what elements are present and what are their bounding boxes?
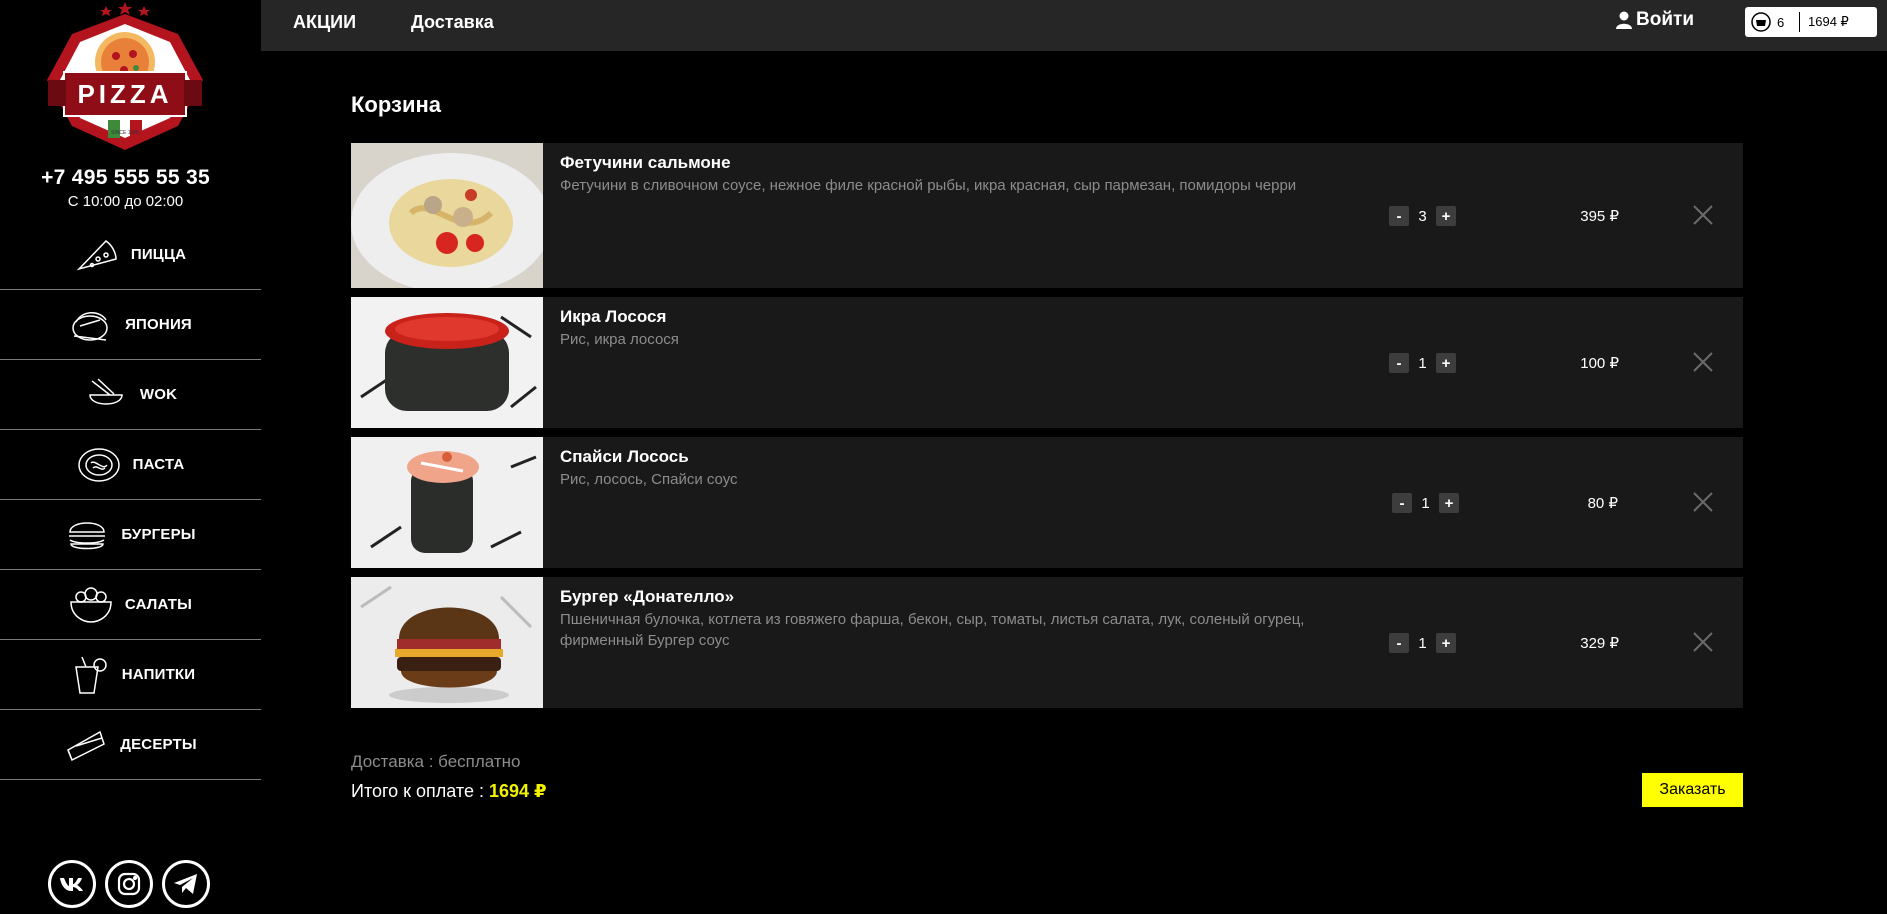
- menu-item-burgers[interactable]: БУРГЕРЫ: [0, 500, 261, 570]
- decrease-quantity-button[interactable]: -: [1392, 493, 1412, 513]
- telegram-icon[interactable]: [162, 860, 210, 908]
- product-name: Фетучини сальмоне: [560, 153, 731, 172]
- increase-quantity-button[interactable]: +: [1436, 206, 1456, 226]
- menu-item-label: ДЕСЕРТЫ: [120, 736, 197, 753]
- menu-item-desserts[interactable]: ДЕСЕРТЫ: [0, 710, 261, 780]
- product-description: Фетучини в сливочном соусе, нежное филе …: [560, 177, 1297, 194]
- cart-item-row: Бургер «Донателло» Пшеничная булочка, ко…: [351, 577, 1743, 708]
- burger-icon: [65, 515, 109, 555]
- quantity-value: 1: [1421, 494, 1430, 512]
- menu-item-pasta[interactable]: ПАСТА: [0, 430, 261, 500]
- decrease-quantity-button[interactable]: -: [1389, 353, 1409, 373]
- working-hours: С 10:00 до 02:00: [67, 193, 184, 210]
- menu-item-salads[interactable]: САЛАТЫ: [0, 570, 261, 640]
- menu-item-label: БУРГЕРЫ: [121, 526, 196, 543]
- pasta-plate-icon: [77, 445, 121, 485]
- item-price: 80 ₽: [1587, 495, 1618, 512]
- increase-quantity-button[interactable]: +: [1436, 353, 1456, 373]
- remove-item-icon[interactable]: [1692, 631, 1714, 653]
- decrease-quantity-button[interactable]: -: [1389, 633, 1409, 653]
- page-title: Корзина: [351, 92, 441, 117]
- product-name: Икра Лосося: [560, 307, 667, 326]
- product-name: Спайси Лосось: [560, 447, 689, 466]
- nav-link-delivery[interactable]: Доставка: [411, 12, 494, 33]
- drink-glass-icon: [66, 655, 110, 695]
- social-links: [48, 860, 210, 908]
- increase-quantity-button[interactable]: +: [1436, 633, 1456, 653]
- logo-since: SINCE 1998: [111, 130, 139, 136]
- pizza-slice-icon: [75, 235, 119, 275]
- vk-icon[interactable]: [48, 860, 96, 908]
- cart-summary-button[interactable]: 6 1694 ₽: [1745, 7, 1877, 37]
- item-price: 329 ₽: [1580, 635, 1619, 652]
- quantity-value: 1: [1418, 354, 1427, 372]
- increase-quantity-button[interactable]: +: [1439, 493, 1459, 513]
- pizza-logo[interactable]: PIZZA SINCE 1998: [38, 2, 212, 162]
- item-price: 100 ₽: [1580, 355, 1619, 372]
- menu-item-wok[interactable]: WOK: [0, 360, 261, 430]
- quantity-value: 3: [1418, 207, 1427, 225]
- remove-item-icon[interactable]: [1692, 204, 1714, 226]
- menu-item-label: САЛАТЫ: [124, 596, 193, 613]
- menu-item-label: ЯПОНИЯ: [125, 316, 192, 333]
- wok-bowl-icon: [84, 375, 128, 415]
- menu-item-label: НАПИТКИ: [121, 666, 196, 683]
- product-image[interactable]: [351, 143, 543, 288]
- quantity-value: 1: [1418, 634, 1427, 652]
- menu-item-label: ПАСТА: [132, 456, 185, 473]
- quantity-stepper: - 3 +: [1389, 206, 1456, 226]
- sushi-icon: [69, 305, 113, 345]
- order-total: Итого к оплате : 1694 ₽: [351, 781, 547, 802]
- phone-number[interactable]: +7 495 555 55 35: [0, 166, 251, 190]
- delivery-info: Доставка : бесплатно: [351, 752, 521, 771]
- cart-total: 1694 ₽: [1808, 14, 1849, 29]
- cart-item-row: Икра Лосося Рис, икра лосося - 1 + 100 ₽: [351, 297, 1743, 428]
- menu-item-drinks[interactable]: НАПИТКИ: [0, 640, 261, 710]
- logo-text: PIZZA: [77, 79, 172, 109]
- quantity-stepper: - 1 +: [1389, 633, 1456, 653]
- nav-link-promotions[interactable]: АКЦИИ: [293, 12, 356, 33]
- user-icon: [1616, 11, 1632, 29]
- product-description: Рис, икра лосося: [560, 331, 679, 348]
- login-button[interactable]: Войти: [1616, 9, 1694, 31]
- menu-item-label: WOK: [139, 386, 178, 403]
- category-menu: ПИЦЦА ЯПОНИЯ WOK ПАСТА БУРГЕРЫ САЛАТЫ НА…: [0, 220, 261, 780]
- cart-divider: [1799, 12, 1800, 32]
- menu-item-japan[interactable]: ЯПОНИЯ: [0, 290, 261, 360]
- login-label: Войти: [1636, 9, 1694, 30]
- cart-basket-icon: [1751, 12, 1771, 32]
- cart-count: 6: [1777, 14, 1785, 30]
- salad-bowl-icon: [69, 585, 113, 625]
- instagram-icon[interactable]: [105, 860, 153, 908]
- cake-slice-icon: [64, 725, 108, 765]
- quantity-stepper: - 1 +: [1389, 353, 1456, 373]
- quantity-stepper: - 1 +: [1392, 493, 1459, 513]
- product-image[interactable]: [351, 297, 543, 428]
- menu-item-pizza[interactable]: ПИЦЦА: [0, 220, 261, 290]
- remove-item-icon[interactable]: [1692, 491, 1714, 513]
- product-image[interactable]: [351, 577, 543, 708]
- place-order-button[interactable]: Заказать: [1642, 773, 1743, 807]
- total-label: Итого к оплате :: [351, 781, 489, 801]
- product-name: Бургер «Донателло»: [560, 587, 735, 606]
- item-price: 395 ₽: [1580, 208, 1619, 225]
- cart-item-row: Спайси Лосось Рис, лосось, Спайси соус -…: [351, 437, 1743, 568]
- sidebar: PIZZA SINCE 1998 +7 495 555 55 35 С 10:0…: [0, 0, 261, 914]
- decrease-quantity-button[interactable]: -: [1389, 206, 1409, 226]
- cart-item-row: Фетучини сальмоне Фетучини в сливочном с…: [351, 143, 1743, 288]
- menu-item-label: ПИЦЦА: [130, 246, 187, 263]
- total-value: 1694 ₽: [488, 781, 547, 801]
- product-description: Рис, лосось, Спайси соус: [560, 471, 738, 488]
- product-description: Пшеничная булочка, котлета из говяжего ф…: [560, 611, 1305, 649]
- product-image[interactable]: [351, 437, 543, 568]
- remove-item-icon[interactable]: [1692, 351, 1714, 373]
